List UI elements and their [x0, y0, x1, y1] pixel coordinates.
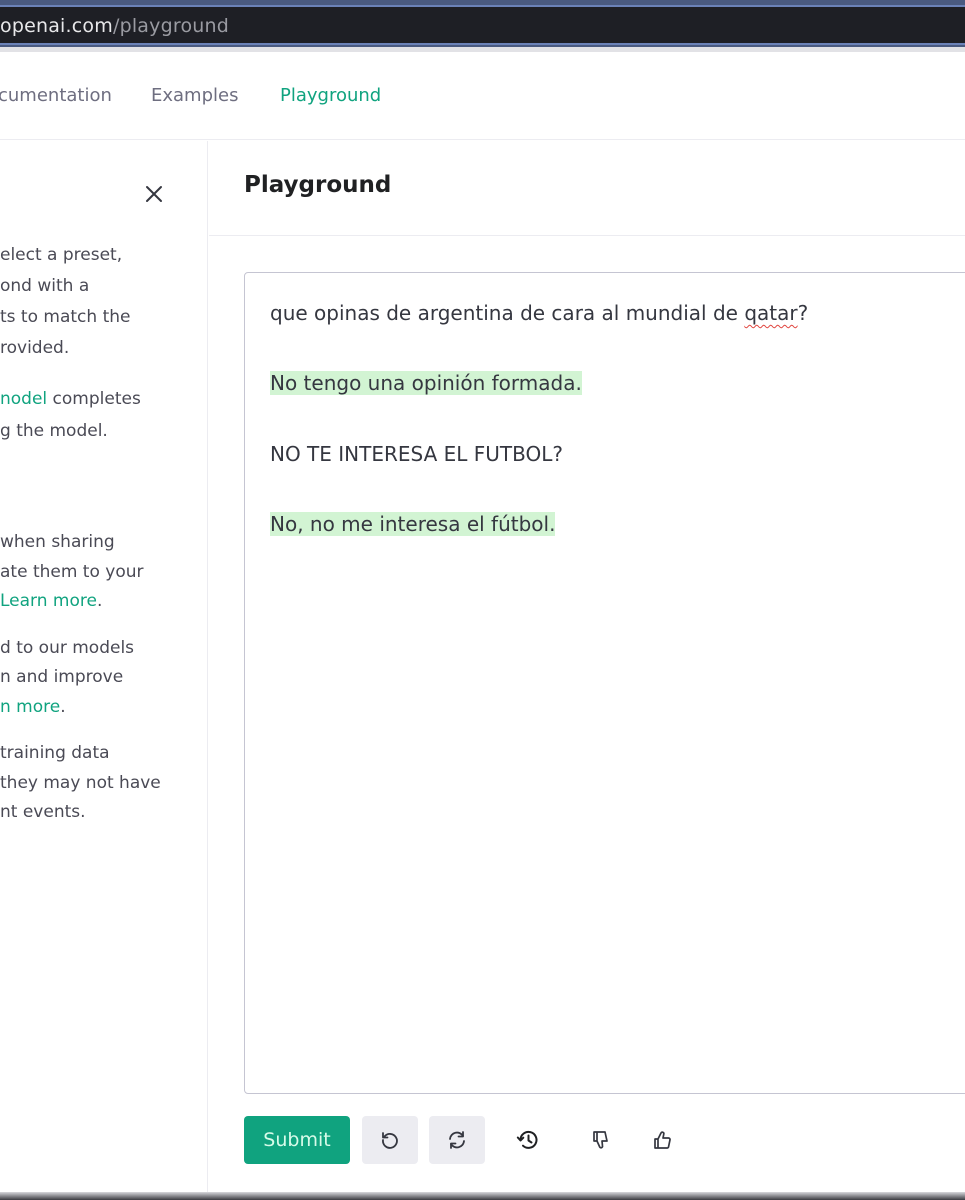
model-link[interactable]: nodel	[0, 389, 47, 409]
panel-text: .	[60, 697, 66, 717]
editor-toolbar: Submit	[244, 1116, 964, 1164]
prompt-text: que opinas de argentina de cara al mundi…	[270, 301, 745, 325]
undo-button[interactable]	[362, 1116, 418, 1164]
nav-playground[interactable]: Playground	[280, 85, 381, 106]
submit-button[interactable]: Submit	[244, 1116, 350, 1164]
regenerate-icon	[449, 1131, 465, 1149]
prompt-text: ?	[797, 301, 809, 325]
panel-text-line: n more.	[0, 692, 66, 722]
panel-text-line: nt events.	[0, 802, 86, 822]
close-icon	[146, 186, 162, 202]
panel-text-line: rovided.	[0, 338, 70, 358]
panel-text-line: when sharing	[0, 532, 115, 552]
panel-text-line: ts to match the	[0, 307, 131, 327]
nav-documentation[interactable]: cumentation	[0, 85, 112, 106]
thumbs-up-icon	[654, 1131, 671, 1149]
window-bottom-edge	[0, 1192, 965, 1200]
playground-main: Playground que opinas de argentina de ca…	[209, 141, 965, 1200]
regenerate-button[interactable]	[429, 1116, 485, 1164]
panel-text-line: g the model.	[0, 421, 108, 441]
completion-line: No tengo una opinión formada.	[270, 368, 582, 398]
panel-text-line: training data	[0, 743, 110, 763]
completion-line: No, no me interesa el fútbol.	[270, 509, 556, 539]
top-nav: cumentation Examples Playground	[0, 52, 965, 140]
browser-chrome: openai.com/playground	[0, 0, 965, 52]
page-title: Playground	[244, 172, 392, 198]
panel-text: completes	[47, 389, 141, 409]
panel-text-line: nodel completes	[0, 384, 141, 414]
prompt-line: que opinas de argentina de cara al mundi…	[270, 298, 808, 328]
thumbs-down-icon	[593, 1131, 608, 1149]
panel-text-line: d to our models	[0, 638, 135, 658]
learn-more-link[interactable]: n more	[0, 697, 60, 717]
history-icon	[516, 1130, 538, 1149]
panel-text-line: elect a preset,	[0, 245, 123, 265]
panel-text-line: ate them to your	[0, 562, 144, 582]
close-panel-button[interactable]	[141, 181, 167, 207]
completion-text: No tengo una opinión formada.	[270, 371, 582, 395]
nav-examples[interactable]: Examples	[151, 85, 238, 106]
address-bar[interactable]: openai.com/playground	[0, 5, 965, 45]
misspelled-word[interactable]: qatar	[744, 301, 797, 325]
panel-text: .	[96, 591, 103, 611]
thumbs-up-button[interactable]	[634, 1116, 690, 1164]
panel-text-line: they may not have	[0, 773, 161, 793]
history-button[interactable]	[500, 1116, 556, 1164]
url-host: openai.com	[0, 15, 113, 37]
url-path: /playground	[112, 15, 230, 37]
thumbs-down-button[interactable]	[572, 1116, 628, 1164]
main-header: Playground	[209, 141, 965, 236]
undo-icon	[382, 1132, 398, 1149]
panel-text-line: Learn more.	[0, 586, 102, 616]
prompt-editor[interactable]: que opinas de argentina de cara al mundi…	[244, 272, 965, 1094]
panel-text-line: n and improve	[0, 667, 124, 687]
panel-text-line: ond with a	[0, 276, 90, 296]
prompt-line: NO TE INTERESA EL FUTBOL?	[270, 442, 563, 466]
url-text[interactable]: openai.com/playground	[0, 15, 229, 37]
learn-more-link[interactable]: Learn more	[0, 591, 97, 611]
completion-text: No, no me interesa el fútbol.	[270, 512, 556, 536]
info-panel: elect a preset, ond with a ts to match t…	[0, 141, 208, 1200]
